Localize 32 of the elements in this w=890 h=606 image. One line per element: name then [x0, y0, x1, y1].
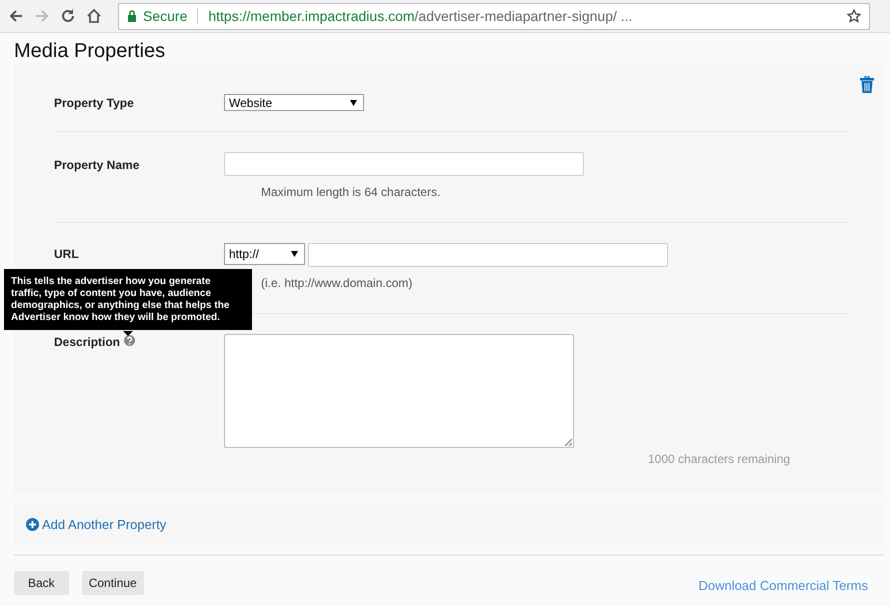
property-name-field[interactable]: [224, 152, 584, 176]
back-icon[interactable]: [8, 8, 24, 24]
plus-circle-icon: [26, 518, 39, 530]
trash-icon[interactable]: [860, 76, 874, 93]
field-label: Property Type: [54, 96, 134, 110]
add-property-link[interactable]: Add Another Property: [26, 516, 166, 532]
property-type-select[interactable]: Website: [224, 94, 364, 111]
url-field[interactable]: [308, 243, 668, 267]
description-field[interactable]: [224, 334, 574, 448]
page-title: Media Properties: [14, 39, 166, 63]
field-label: Description: [54, 335, 120, 349]
field-hint: (i.e. http://www.domain.com): [261, 276, 414, 290]
url-text: https://member.impactradius.com/advertiser-mediapartner-signup/ ...: [208, 8, 634, 24]
resize-handle-icon: [564, 438, 572, 446]
dropdown-icon: [350, 100, 357, 106]
reload-icon[interactable]: [60, 8, 76, 24]
lock-icon: [127, 10, 137, 22]
star-icon[interactable]: [847, 9, 861, 23]
security-label: Secure: [143, 8, 188, 24]
help-icon[interactable]: [124, 335, 136, 346]
help-tooltip: This tells the advertiser how you generate traffic, type of content you have, audience demographics, or anything else that helps the Advertiser know how they will be promoted.: [4, 269, 252, 330]
dropdown-icon: [291, 251, 298, 257]
tooltip-arrow: [123, 331, 133, 336]
continue-button[interactable]: Continue: [82, 571, 144, 595]
field-hint: Maximum length is 64 characters.: [261, 185, 442, 199]
home-icon[interactable]: [86, 8, 102, 24]
field-label: URL: [54, 247, 79, 261]
address-bar[interactable]: Secure https://member.impactradius.com/advertiser-mediapartner-signup/ ...: [118, 2, 870, 30]
character-counter: 1000 characters remaining: [648, 452, 792, 466]
back-button[interactable]: Back: [14, 571, 69, 595]
protocol-select[interactable]: http://: [224, 243, 305, 265]
field-label: Property Name: [54, 158, 140, 172]
